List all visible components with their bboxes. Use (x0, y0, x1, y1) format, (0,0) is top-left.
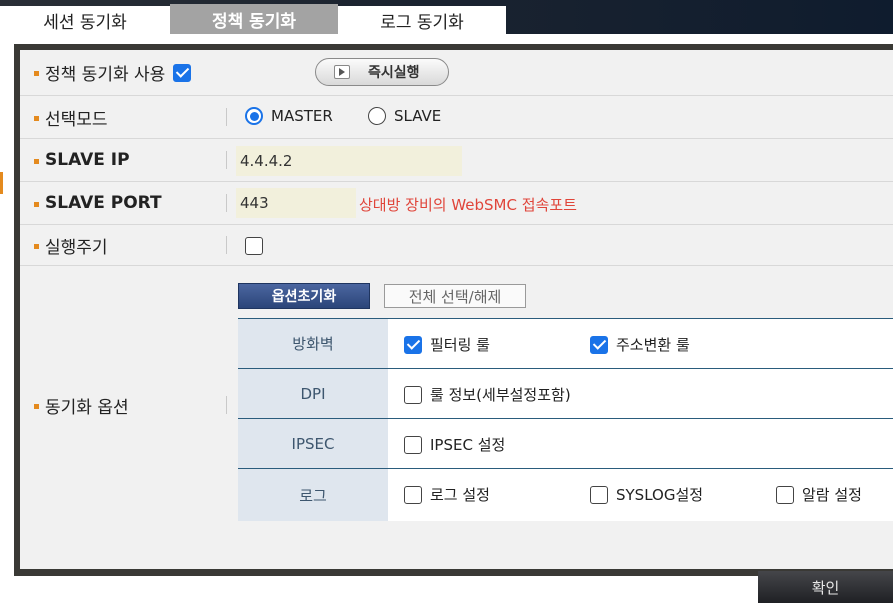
bullet-icon (34, 403, 39, 409)
run-now-button[interactable]: 즉시실행 (315, 58, 449, 86)
options-row-head: IPSEC (238, 419, 388, 468)
options-row-ipsec: IPSEC IPSEC 설정 (238, 419, 893, 469)
divider (226, 108, 227, 126)
ipsec-setting-option[interactable]: IPSEC 설정 (404, 434, 505, 455)
ipsec-setting-checkbox[interactable] (404, 435, 422, 454)
ipsec-setting-label: IPSEC 설정 (430, 436, 506, 454)
dpi-rule-checkbox[interactable] (404, 385, 422, 404)
bullet-icon (34, 115, 39, 121)
options-row-body: IPSEC 설정 (388, 419, 893, 468)
left-edge (0, 34, 14, 611)
mode-label: 선택모드 (45, 109, 108, 130)
row-mode: 선택모드 MASTER SLAVE (20, 96, 893, 139)
bullet-icon (34, 158, 39, 164)
options-row-log: 로그 로그 설정 SYSLOG설정 알람 설정 (238, 469, 893, 521)
enable-sync-label-wrap: 정책 동기화 사용 (34, 50, 192, 95)
mode-slave-radio[interactable] (368, 107, 386, 125)
divider (226, 396, 227, 414)
sync-options-label: 동기화 옵션 (45, 397, 129, 418)
bullet-icon (34, 243, 39, 249)
log-setting-label: 로그 설정 (430, 486, 490, 504)
bullet-icon (34, 201, 39, 207)
alarm-setting-checkbox[interactable] (776, 485, 794, 504)
divider (226, 236, 227, 254)
sync-options-table: 방화벽 필터링 룰 주소변환 룰 DPI 룰 정보(세부설정포함) IPSEC … (238, 318, 893, 521)
alarm-setting-label: 알람 설정 (802, 486, 862, 504)
mode-master-option[interactable]: MASTER (245, 107, 333, 125)
toggle-all-button[interactable]: 전체 선택/해제 (384, 284, 526, 308)
options-row-head: DPI (238, 369, 388, 418)
log-setting-option[interactable]: 로그 설정 (404, 484, 490, 505)
left-marker (0, 172, 3, 194)
enable-sync-checkbox[interactable] (173, 63, 192, 82)
syslog-setting-option[interactable]: SYSLOG설정 (590, 484, 703, 505)
filter-rule-checkbox[interactable] (404, 335, 422, 354)
options-row-dpi: DPI 룰 정보(세부설정포함) (238, 369, 893, 419)
period-checkbox[interactable] (245, 237, 263, 255)
period-label-wrap: 실행주기 (34, 225, 108, 265)
options-row-body: 룰 정보(세부설정포함) (388, 369, 893, 418)
slave-port-hint: 상대방 장비의 WebSMC 접속포트 (359, 196, 577, 214)
syslog-setting-checkbox[interactable] (590, 485, 608, 504)
period-label: 실행주기 (45, 237, 108, 258)
log-setting-checkbox[interactable] (404, 485, 422, 504)
slave-port-label-wrap: SLAVE PORT (34, 182, 162, 224)
tab-policy-sync[interactable]: 정책 동기화 (170, 4, 338, 34)
tab-session-sync[interactable]: 세션 동기화 (0, 6, 170, 34)
mode-slave-label: SLAVE (394, 107, 442, 125)
settings-panel: 정책 동기화 사용 즉시실행 선택모드 MASTER SLAVE SLAVE I… (14, 44, 893, 576)
syslog-setting-label: SYSLOG설정 (616, 486, 704, 504)
options-row-body: 로그 설정 SYSLOG설정 알람 설정 (388, 469, 893, 521)
mode-master-radio[interactable] (245, 107, 263, 125)
play-icon (334, 65, 350, 79)
row-slave-port: SLAVE PORT 443 상대방 장비의 WebSMC 접속포트 (20, 182, 893, 225)
nat-rule-label: 주소변환 룰 (616, 336, 690, 354)
slave-ip-label: SLAVE IP (45, 150, 130, 170)
nat-rule-option[interactable]: 주소변환 룰 (590, 334, 690, 355)
slave-ip-label-wrap: SLAVE IP (34, 139, 130, 181)
row-slave-ip: SLAVE IP 4.4.4.2 (20, 139, 893, 182)
bullet-icon (34, 71, 39, 76)
alarm-setting-option[interactable]: 알람 설정 (776, 484, 862, 505)
nat-rule-checkbox[interactable] (590, 335, 608, 354)
filter-rule-option[interactable]: 필터링 룰 (404, 334, 490, 355)
run-now-label: 즉시실행 (368, 65, 420, 81)
tab-log-sync[interactable]: 로그 동기화 (338, 6, 506, 34)
options-row-head: 방화벽 (238, 319, 388, 368)
mode-slave-option[interactable]: SLAVE (368, 107, 441, 125)
slave-port-input[interactable]: 443 (236, 188, 356, 218)
options-row-firewall: 방화벽 필터링 룰 주소변환 룰 (238, 319, 893, 369)
row-period: 실행주기 (20, 225, 893, 266)
confirm-button[interactable]: 확인 (758, 571, 893, 603)
settings-panel-inner: 정책 동기화 사용 즉시실행 선택모드 MASTER SLAVE SLAVE I… (20, 50, 893, 569)
dpi-rule-option[interactable]: 룰 정보(세부설정포함) (404, 384, 571, 405)
sync-options-label-wrap: 동기화 옵션 (34, 390, 129, 420)
filter-rule-label: 필터링 룰 (430, 336, 490, 354)
reset-options-button[interactable]: 옵션초기화 (238, 283, 370, 309)
mode-master-label: MASTER (271, 107, 333, 125)
dpi-rule-label: 룰 정보(세부설정포함) (430, 386, 571, 404)
options-row-head: 로그 (238, 469, 388, 521)
divider (226, 151, 227, 169)
slave-ip-input[interactable]: 4.4.4.2 (236, 146, 462, 176)
mode-label-wrap: 선택모드 (34, 96, 108, 138)
slave-port-label: SLAVE PORT (45, 193, 162, 213)
divider (226, 194, 227, 212)
options-row-body: 필터링 룰 주소변환 룰 (388, 319, 893, 368)
row-enable-sync: 정책 동기화 사용 즉시실행 (20, 50, 893, 96)
enable-sync-label: 정책 동기화 사용 (45, 65, 166, 85)
